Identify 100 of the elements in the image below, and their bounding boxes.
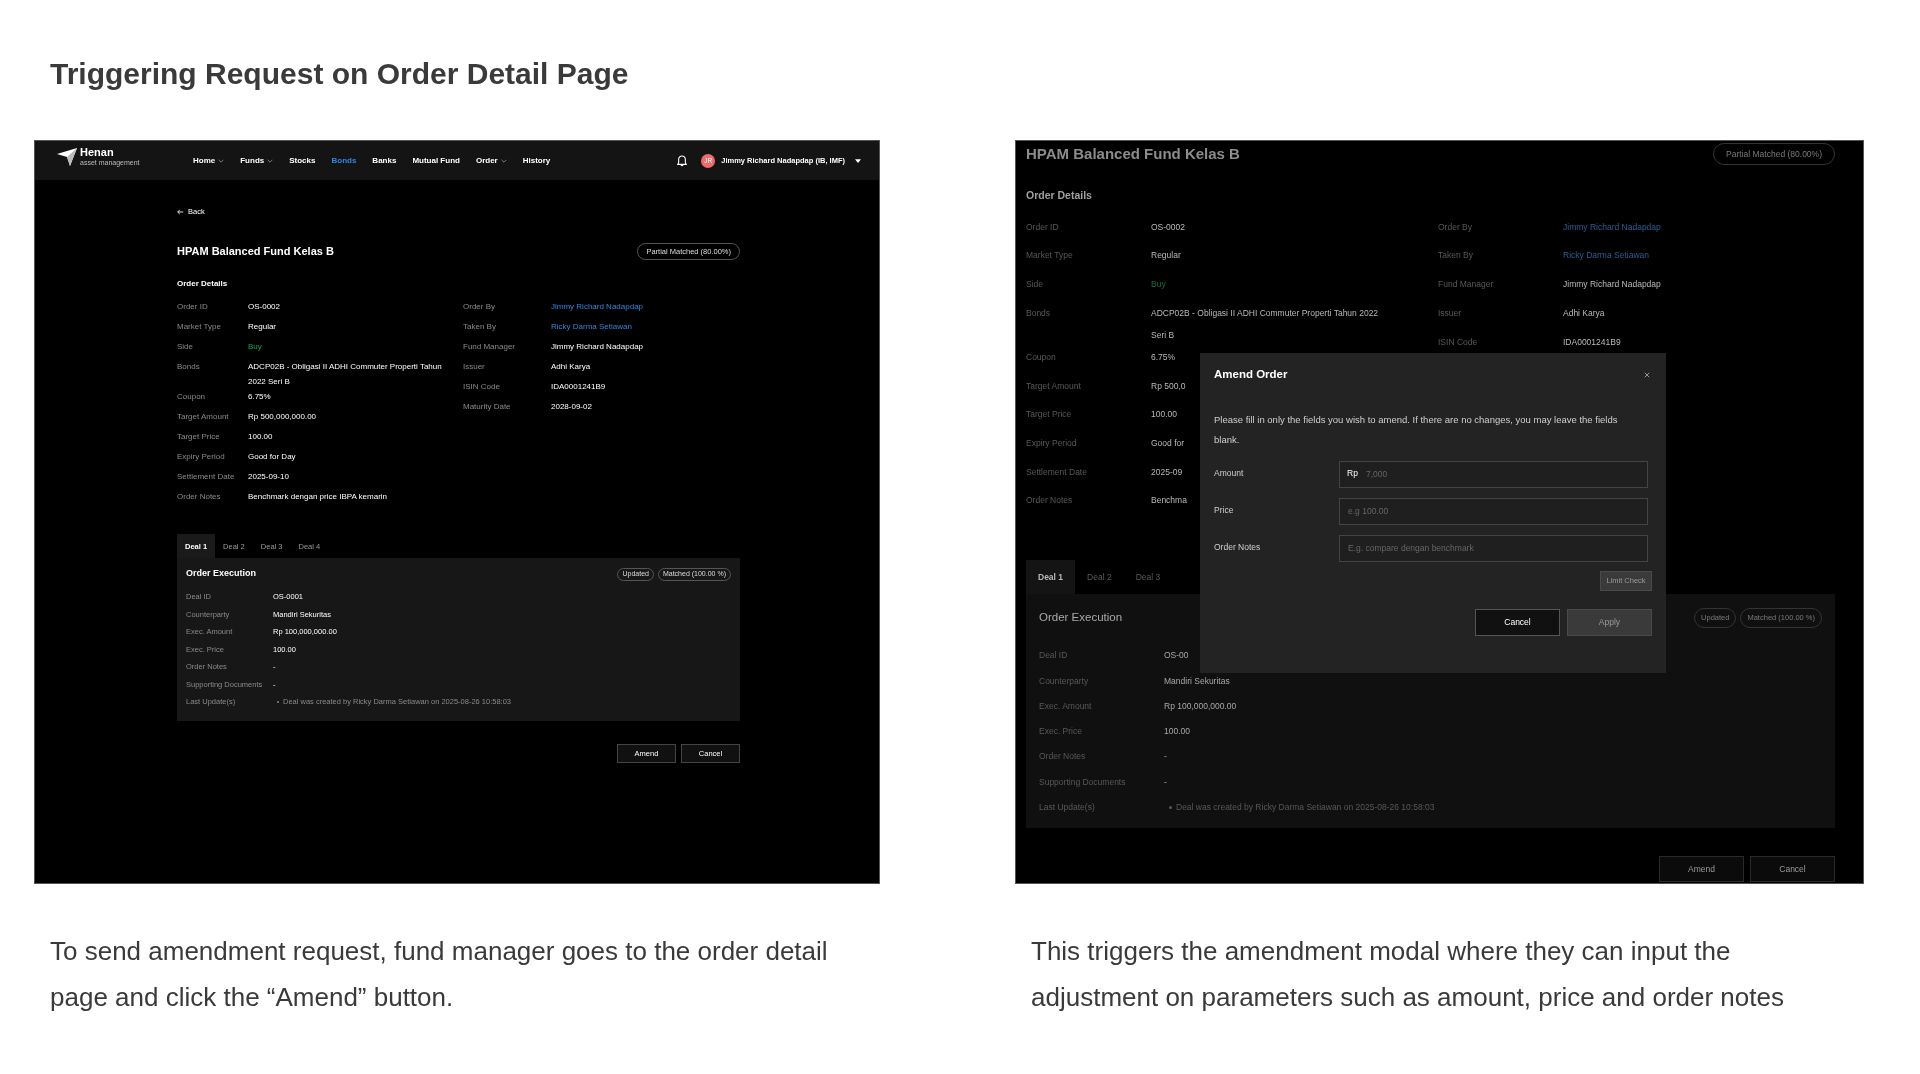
field-label: Side — [177, 341, 194, 354]
deal-tab[interactable]: Deal 1 — [1026, 559, 1076, 594]
field-label: Target Amount — [177, 411, 230, 424]
order-title: HPAM Balanced Fund Kelas B — [177, 244, 334, 259]
bullet-icon — [1169, 805, 1172, 809]
field-value: 100.00 — [1151, 408, 1177, 422]
field-label: Settlement Date — [1026, 465, 1088, 479]
field-label: Exec. Amount — [1039, 699, 1093, 713]
currency-prefix: Rp — [1347, 468, 1358, 479]
field-label: Market Type — [177, 321, 222, 334]
field-value: 2025-09-10 — [248, 471, 289, 484]
field-label: Taken By — [463, 321, 497, 334]
close-icon — [1644, 372, 1650, 378]
page-heading: Triggering Request on Order Detail Page — [50, 56, 629, 92]
price-field[interactable]: e.g 100.00 — [1339, 497, 1648, 525]
field-label: Fund Manager — [1438, 278, 1495, 292]
field-value: Adhi Karya — [551, 361, 591, 374]
caret-icon — [855, 158, 861, 163]
field-value: - — [1164, 775, 1167, 789]
field-label: Coupon — [1026, 350, 1057, 364]
field-label: Order Notes — [1039, 750, 1087, 764]
field-value: Regular — [248, 321, 276, 334]
field-value: Benchmark dengan price IBPA kemarin — [248, 491, 388, 504]
field-value: Good for Day — [248, 451, 296, 464]
amend-button[interactable]: Amend — [1659, 855, 1744, 882]
field-value: Rp 100,000,000.00 — [1164, 699, 1237, 713]
field-value: Buy — [248, 341, 262, 354]
field-label: Supporting Documents — [1039, 775, 1127, 789]
field-value: ADCP02B - Obligasi II ADHI Commuter Properti Tahun 2022 Seri B — [1151, 306, 1380, 342]
caption: This triggers the amendment modal where they can input the adjustment on parameters such as amount, price and order notes — [1031, 935, 1785, 1014]
user-link[interactable]: Ricky Darma Setiawan — [551, 319, 632, 340]
card-title: Order Execution — [186, 567, 257, 581]
section-heading: Order Details — [177, 278, 229, 291]
field-value: 100.00 — [248, 431, 273, 444]
field-label: Order ID — [1026, 220, 1060, 234]
field-label: ISIN Code — [1438, 335, 1479, 349]
field-label: Order Notes — [1214, 541, 1262, 554]
back-arrow-icon — [177, 208, 184, 215]
field-label: Expiry Period — [1026, 436, 1078, 450]
field-label: Order By — [463, 301, 496, 314]
field-label: Bonds — [1026, 306, 1052, 320]
field-label: Issuer — [463, 361, 486, 374]
field-value: 2028-09-02 — [551, 401, 592, 414]
field-value: Adhi Karya — [1563, 306, 1605, 320]
notes-field[interactable]: E.g. compare dengan benchmark — [1339, 534, 1648, 562]
field-value: ADCP02B - Obligasi II ADHI Commuter Properti Tahun 2022 Seri B — [248, 361, 443, 389]
field-label: Order Notes — [1026, 494, 1074, 508]
cancel-button[interactable]: Cancel — [1750, 855, 1835, 882]
field-label: Fund Manager — [463, 341, 517, 354]
field-label: Price — [1214, 504, 1235, 517]
paper-plane-icon — [57, 147, 77, 166]
field-value: OS-0002 — [248, 301, 281, 314]
field-label: Order By — [1438, 220, 1473, 234]
field-label: Settlement Date — [177, 471, 236, 484]
field-value: Benchma — [1151, 494, 1187, 508]
nav-item[interactable]: History — [522, 154, 551, 167]
field-label: Deal ID — [1039, 649, 1069, 662]
field-label: Order Notes — [177, 491, 222, 504]
field-label: Coupon — [177, 391, 207, 404]
field-label: Maturity Date — [463, 401, 512, 414]
field-label: Amount — [1214, 467, 1245, 480]
field-value: - — [1164, 750, 1167, 764]
cancel-button[interactable]: Cancel — [1475, 609, 1560, 636]
field-value: IDA0001241B9 — [551, 381, 606, 394]
nav-item[interactable]: Mutual Fund — [412, 154, 460, 167]
field-value: Rp 500,0 — [1151, 379, 1186, 393]
nav-item[interactable]: Home — [193, 154, 225, 167]
modal-title: Amend Order — [1214, 367, 1288, 383]
field-value: 6.75% — [248, 391, 271, 404]
nav-item[interactable]: Banks — [372, 154, 397, 167]
field-value: IDA0001241B9 — [1563, 335, 1621, 349]
user-link[interactable]: Jimmy Richard Nadapdap — [551, 299, 644, 320]
nav-item[interactable]: Stocks — [289, 154, 316, 167]
field-value: Rp 500,000,000.00 — [248, 411, 317, 424]
field-value: 100.00 — [1164, 725, 1190, 738]
field-label: Last Update(s) — [1039, 801, 1096, 814]
close-button[interactable] — [1642, 370, 1652, 380]
card-title: Order Execution — [1039, 610, 1123, 626]
brand-name: Henan — [80, 147, 115, 158]
field-label: Target Price — [177, 431, 221, 444]
field-value: Good for — [1151, 436, 1185, 450]
field-label: Target Amount — [1026, 379, 1082, 393]
nav-item[interactable]: Funds — [240, 154, 274, 167]
nav-item[interactable]: Order — [475, 154, 507, 167]
field-value: 6.75% — [1151, 350, 1176, 364]
modal-description: Please fill in only the fields you wish to amend. If there are no changes, you may leave the fields blank. — [1214, 413, 1619, 447]
field-label: Counterparty — [1039, 674, 1090, 688]
order-title: HPAM Balanced Fund Kelas B — [1026, 143, 1240, 164]
nav-item[interactable]: Bonds — [331, 154, 357, 167]
field-label: Market Type — [1026, 249, 1074, 263]
field-label: Issuer — [1438, 306, 1463, 320]
field-label: Expiry Period — [177, 451, 226, 464]
field-label: Target Price — [1026, 408, 1073, 422]
field-label: Order ID — [177, 301, 209, 314]
field-label: ISIN Code — [463, 381, 501, 394]
section-heading: Order Details — [1026, 188, 1093, 203]
field-value: OS-0002 — [1151, 220, 1186, 234]
field-value: Buy — [1151, 278, 1166, 292]
field-value: Regular — [1151, 249, 1181, 263]
field-label: Exec. Price — [1039, 725, 1083, 738]
